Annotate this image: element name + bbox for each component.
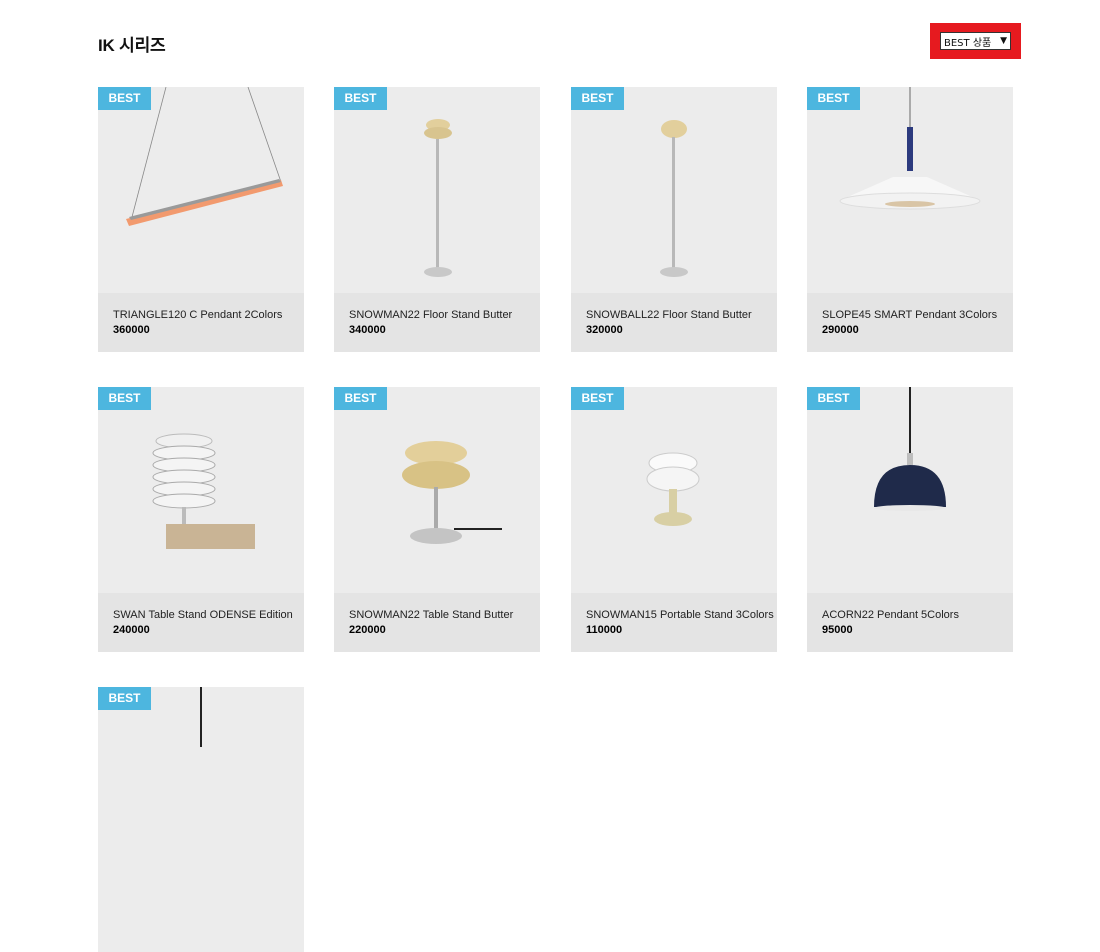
product-card[interactable]: BEST SNOWMAN22 Floor Stand Butter 340000	[334, 87, 540, 352]
best-badge: BEST	[98, 387, 151, 410]
product-name[interactable]: SWAN Table Stand ODENSE Edition	[113, 608, 293, 623]
product-price: 240000	[113, 624, 150, 636]
best-badge: BEST	[334, 387, 387, 410]
product-name[interactable]: SNOWBALL22 Floor Stand Butter	[586, 308, 762, 323]
product-name[interactable]: TRIANGLE120 C Pendant 2Colors	[113, 308, 289, 323]
product-image-snowman22-floor-stand[interactable]	[334, 87, 540, 293]
product-card[interactable]: BEST SNOWMAN15 Portable Stand 3Colors 11…	[571, 387, 777, 652]
product-price: 290000	[822, 324, 859, 336]
chevron-down-icon: ▼	[1000, 36, 1007, 46]
product-card[interactable]: BEST SWAN Table Stand ODENSE Edition 240…	[98, 387, 304, 652]
best-badge: BEST	[807, 387, 860, 410]
product-name[interactable]: SNOWMAN22 Floor Stand Butter	[349, 308, 525, 323]
best-badge: BEST	[334, 87, 387, 110]
product-card[interactable]: BEST SNOWMAN22 Table Stand Butter 220000	[334, 387, 540, 652]
product-card[interactable]: BEST SNOWBALL22 Floor Stand Butter 32000…	[571, 87, 777, 352]
product-card[interactable]: BEST	[98, 687, 304, 952]
product-card[interactable]: BEST TRIANGLE120 C Pendant 2Colors 36000…	[98, 87, 304, 352]
best-badge: BEST	[98, 87, 151, 110]
product-price: 360000	[113, 324, 150, 336]
product-name[interactable]: ACORN22 Pendant 5Colors	[822, 608, 998, 623]
product-price: 220000	[349, 624, 386, 636]
best-badge: BEST	[807, 87, 860, 110]
product-price: 340000	[349, 324, 386, 336]
product-card[interactable]: BEST SLOPE45 SMART Pendant 3Colors 29000…	[807, 87, 1013, 352]
page-title: IK 시리즈	[98, 36, 166, 55]
sort-select[interactable]: BEST 상품 ▼	[940, 32, 1011, 50]
product-image-snowball22-floor-stand[interactable]	[571, 87, 777, 293]
product-name[interactable]: SNOWMAN15 Portable Stand 3Colors	[586, 608, 774, 623]
product-image-triangle120-pendant[interactable]	[98, 87, 304, 293]
product-name[interactable]: SNOWMAN22 Table Stand Butter	[349, 608, 525, 623]
product-image-acorn22-pendant[interactable]	[807, 387, 1013, 593]
best-badge: BEST	[571, 387, 624, 410]
product-price: 320000	[586, 324, 623, 336]
product-price: 95000	[822, 624, 853, 636]
sort-selected-label: BEST 상품	[944, 37, 992, 49]
sort-dropdown-highlight: BEST 상품 ▼	[930, 23, 1021, 59]
product-image-snowman22-table-stand[interactable]	[334, 387, 540, 593]
product-image-slope45-pendant[interactable]	[807, 87, 1013, 293]
product-image-snowman15-portable-stand[interactable]	[571, 387, 777, 593]
product-name[interactable]: SLOPE45 SMART Pendant 3Colors	[822, 308, 998, 323]
best-badge: BEST	[571, 87, 624, 110]
product-price: 110000	[586, 624, 623, 636]
product-card[interactable]: BEST ACORN22 Pendant 5Colors 95000	[807, 387, 1013, 652]
product-image-swan-table-stand[interactable]	[98, 387, 304, 593]
best-badge: BEST	[98, 687, 151, 710]
product-image[interactable]	[98, 687, 304, 893]
